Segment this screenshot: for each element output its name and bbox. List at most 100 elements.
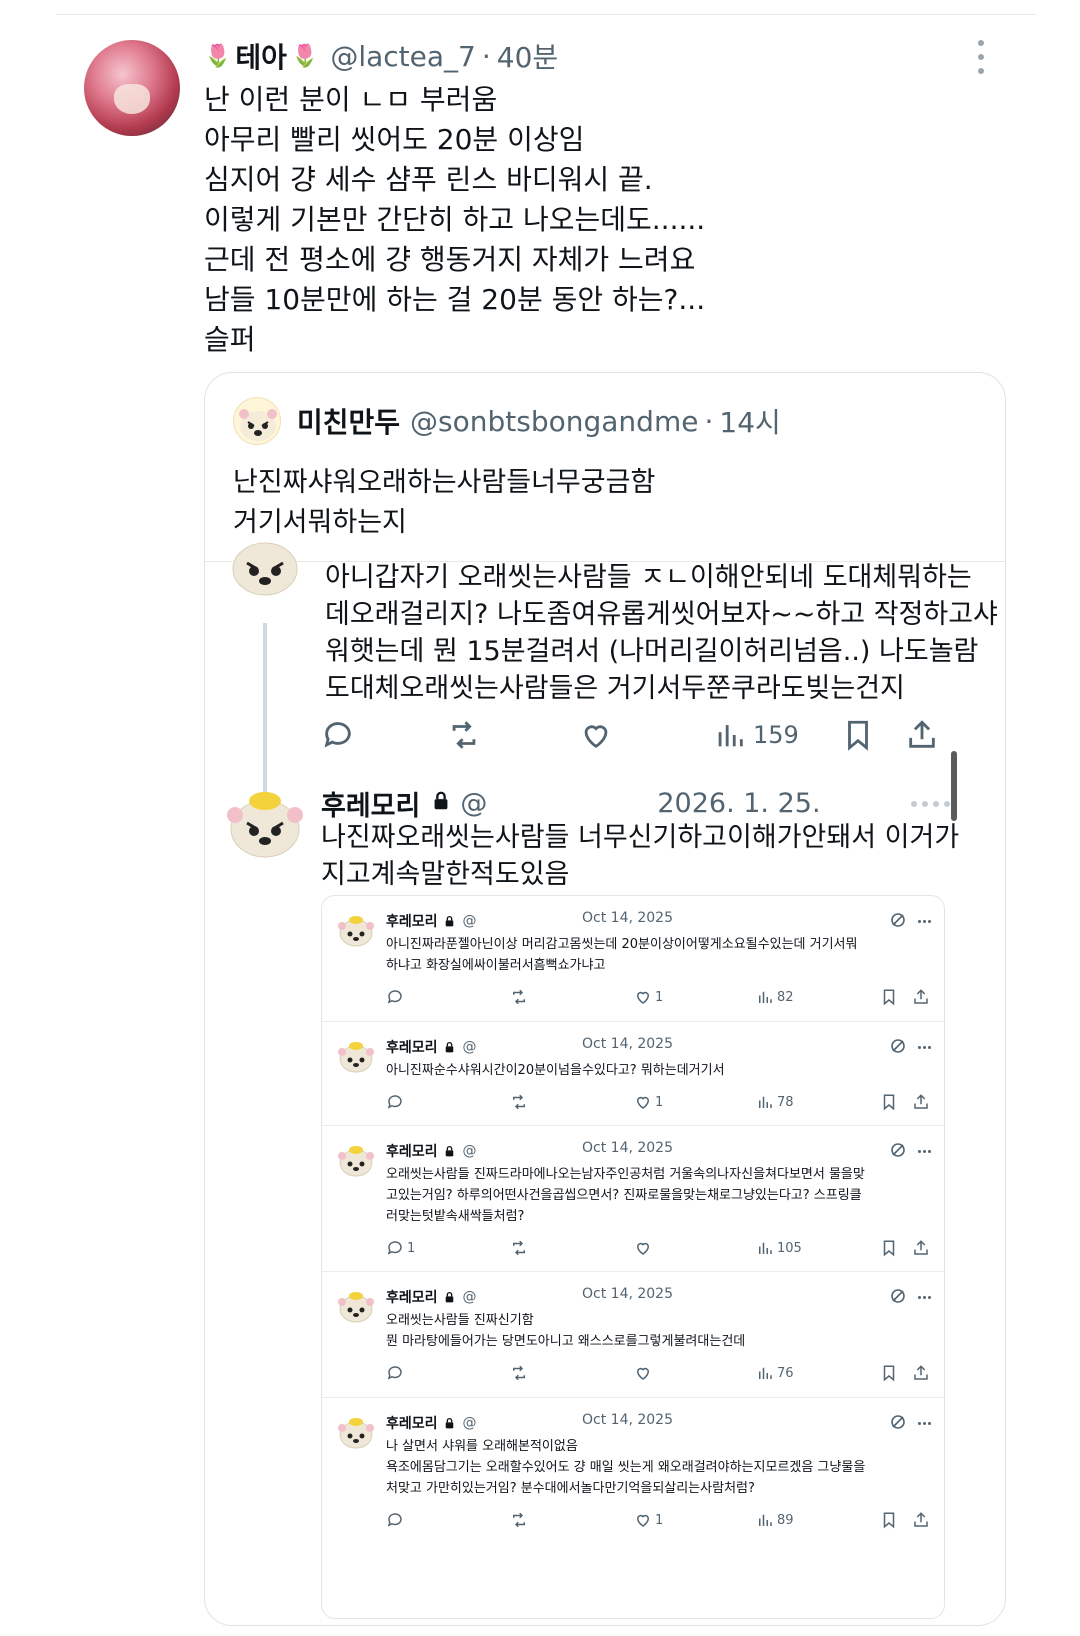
- embedded-date: Oct 14, 2025: [582, 1140, 673, 1156]
- share-icon: [912, 986, 930, 1008]
- embedded-avatar: [336, 1412, 376, 1452]
- bookmark-button[interactable]: [841, 713, 875, 757]
- embedded-handle: @: [462, 1415, 477, 1431]
- more-horizontal-icon: [918, 1150, 931, 1153]
- embedded-header: 후레모리 @: [386, 1140, 477, 1162]
- embedded-tweet-body: 아니진짜순수샤워시간이20분이넘을수있다고? 뭐하는데거기서: [386, 1060, 934, 1081]
- bar-chart-icon: 76: [756, 1362, 794, 1384]
- embedded-display-name: 후레모리: [386, 914, 438, 930]
- like-button[interactable]: [579, 713, 613, 757]
- embedded-display-name: 후레모리: [386, 1040, 438, 1056]
- embedded-tweet-body: 오래씻는사람들 진짜신기함뭔 마라탕에들어가는 당면도아니고 왜스스로를그렇게불…: [386, 1310, 934, 1352]
- bar-chart-icon: 89: [756, 1509, 794, 1531]
- embedded-tweet-body: 나 살면서 샤워를 오래해본적이없음욕조에몸담그기는 오래할수있어도 걍 매일 …: [386, 1436, 934, 1499]
- quoted-display-name[interactable]: 미친만두: [297, 401, 400, 441]
- reply-avatar[interactable]: [223, 781, 307, 865]
- more-horizontal-icon[interactable]: [911, 801, 950, 807]
- reply-avatar[interactable]: [225, 533, 305, 613]
- embedded-tweet-line: 아니진짜라푼젤아닌이상 머리감고몸씻는데 20분이상이어떻게소요될수있는데 거기…: [386, 937, 858, 952]
- bookmark-icon: [880, 1091, 898, 1113]
- reply-line: 도대체오래씻는사람들은 거기서두쭌쿠라도빚는건지: [325, 673, 905, 704]
- embedded-tweet: 후레모리 @ Oct 14, 2025 오래씻는사람들 진짜신기함 뭔 마라탕에들어가는…: [322, 1272, 944, 1398]
- views-button[interactable]: 159: [713, 713, 799, 757]
- reply-date[interactable]: 2026. 1. 25.: [657, 788, 820, 819]
- top-divider: [56, 14, 1036, 15]
- embedded-date: Oct 14, 2025: [582, 1412, 673, 1428]
- embedded-action-bar: 1 105: [386, 1237, 934, 1259]
- scrollbar-thumb[interactable]: [951, 751, 957, 821]
- more-horizontal-icon: [918, 1296, 931, 1299]
- tweet-header: 🌷 테아 🌷 @lactea_7 · 40분: [204, 36, 558, 76]
- embedded-tweet: 후레모리 @ Oct 14, 2025 아니진짜순수샤워시간이20분이넘을수있다고? …: [322, 1022, 944, 1126]
- tweet-time[interactable]: 40분: [497, 36, 558, 76]
- tweet-line: 남들 10분만에 하는 걸 20분 동안 하는?...: [204, 283, 706, 316]
- embedded-tweet-line: 뭔 마라탕에들어가는 당면도아니고 왜스스로를그렇게불려대는건데: [386, 1334, 746, 1349]
- embedded-handle: @: [462, 1143, 477, 1159]
- embedded-display-name: 후레모리: [386, 1290, 438, 1306]
- grok-icon: [890, 1142, 906, 1158]
- heart-icon: 1: [634, 986, 663, 1008]
- repost-button[interactable]: [447, 713, 481, 757]
- embedded-views-count: 76: [777, 1365, 794, 1381]
- quoted-line: 난진짜샤워오래하는사람들너무궁금함: [233, 467, 656, 498]
- quoted-handle[interactable]: @sonbtsbongandme: [410, 405, 698, 438]
- embedded-header: 후레모리 @: [386, 1412, 477, 1434]
- reply-line: 나진짜오래씻는사람들 너무신기하고이해가안돼서 이거가: [321, 822, 960, 853]
- reply-body: 나진짜오래씻는사람들 너무신기하고이해가안돼서 이거가 지고계속말한적도있음: [321, 819, 959, 893]
- author-handle[interactable]: @lactea_7: [330, 40, 476, 73]
- embedded-tweet-line: 러맞는텃밭속새싹들처럼?: [386, 1209, 525, 1224]
- repost-icon: [510, 1237, 528, 1259]
- lock-icon: [430, 788, 452, 819]
- reply-button[interactable]: [321, 713, 355, 757]
- tweet-line: 난 이런 분이 ㄴㅁ 부러움: [204, 83, 498, 116]
- embedded-like-count: 1: [655, 1094, 664, 1110]
- embedded-avatar: [336, 910, 376, 950]
- repost-icon: [510, 1509, 528, 1531]
- share-icon: [912, 1237, 930, 1259]
- embedded-tweet: 후레모리 @ Oct 14, 2025 아니진짜라푼젤아닌이상 머리감고몸씻는데 20…: [322, 896, 944, 1022]
- quoted-time[interactable]: 14시: [719, 401, 780, 441]
- embedded-avatar: [336, 1286, 376, 1326]
- repost-icon: [452, 721, 476, 749]
- embedded-handle: @: [462, 1039, 477, 1055]
- more-vertical-icon[interactable]: [976, 40, 986, 74]
- tweet-body: 난 이런 분이 ㄴㅁ 부러움 아무리 빨리 씻어도 20분 이상임 심지어 걍 …: [204, 80, 984, 360]
- embedded-header: 후레모리 @: [386, 1286, 477, 1308]
- embedded-display-name: 후레모리: [386, 1416, 438, 1432]
- embedded-tweet-line: 아니진짜순수샤워시간이20분이넘을수있다고? 뭐하는데거기서: [386, 1063, 725, 1078]
- embedded-display-name: 후레모리: [386, 1144, 438, 1160]
- embedded-like-count: 1: [655, 989, 664, 1005]
- embedded-tweet-line: 하냐고 화장실에싸이불러서흠뻑쇼가냐고: [386, 958, 606, 973]
- bar-chart-icon: 82: [756, 986, 794, 1008]
- bookmark-icon: [880, 986, 898, 1008]
- comment-icon: [386, 1509, 407, 1531]
- reply-handle[interactable]: @: [460, 788, 487, 819]
- quoted-tweet-header: 미친만두 @sonbtsbongandme · 14시: [297, 399, 781, 443]
- quoted-tweet-card[interactable]: 미친만두 @sonbtsbongandme · 14시 난진짜샤워오래하는사람들…: [204, 372, 1006, 1626]
- bookmark-icon: [848, 720, 868, 751]
- embedded-tweet-body: 아니진짜라푼젤아닌이상 머리감고몸씻는데 20분이상이어떻게소요될수있는데 거기…: [386, 934, 934, 976]
- author-avatar[interactable]: [84, 40, 180, 136]
- reply-body: 아니갑자기 오래씻는사람들 ㅈㄴ이해안되네 도대체뭐하는 데오래걸리지? 나도좀…: [325, 559, 998, 707]
- share-icon: [912, 1091, 930, 1113]
- author-display-name[interactable]: 테아: [235, 36, 287, 76]
- embedded-date: Oct 14, 2025: [582, 910, 673, 926]
- embedded-tweet-line: 욕조에몸담그기는 오래할수있어도 걍 매일 씻는게 왜오래걸려야하는지모르겠음 …: [386, 1460, 866, 1475]
- grok-icon: [890, 1414, 906, 1430]
- embedded-views-count: 78: [777, 1094, 794, 1110]
- quoted-author-avatar[interactable]: [233, 397, 281, 445]
- grok-icon: [890, 912, 906, 928]
- embedded-handle: @: [462, 1289, 477, 1305]
- embedded-like-count: 1: [655, 1512, 664, 1528]
- embedded-tweet-line: 나 살면서 샤워를 오래해본적이없음: [386, 1439, 578, 1454]
- more-horizontal-icon: [918, 920, 931, 923]
- lock-icon: [443, 1291, 456, 1304]
- reply-display-name[interactable]: 후레모리: [321, 784, 420, 823]
- separator-dot: ·: [481, 39, 491, 73]
- share-button[interactable]: [905, 713, 939, 757]
- embedded-tweet-line: 오래씻는사람들 진짜신기함: [386, 1313, 534, 1328]
- grok-icon: [890, 1288, 906, 1304]
- reply-header: 후레모리 @ 2026. 1. 25.: [321, 783, 821, 823]
- embedded-reply-count: 1: [407, 1240, 416, 1256]
- embedded-handle: @: [462, 913, 477, 929]
